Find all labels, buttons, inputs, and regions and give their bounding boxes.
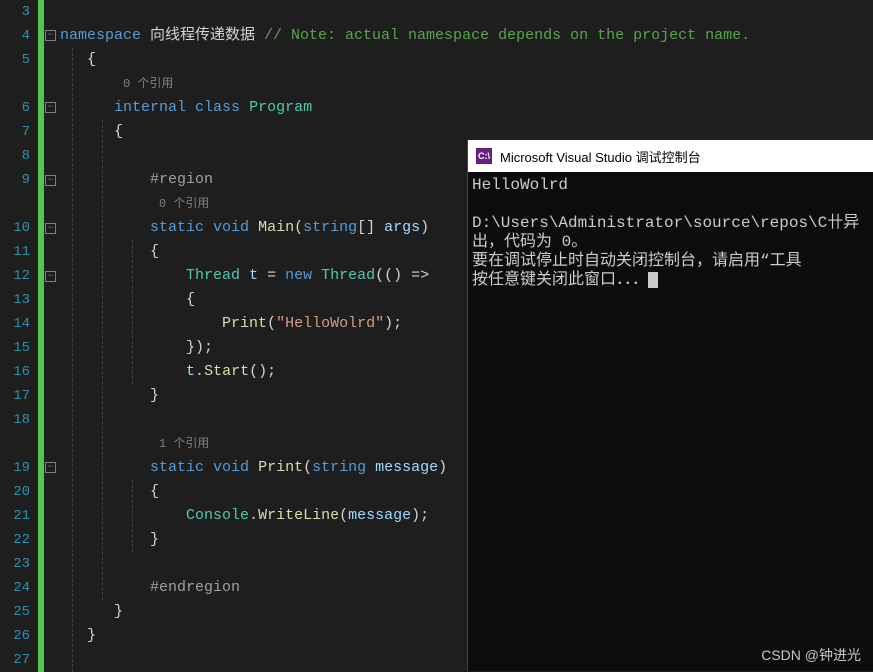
codelens-reference[interactable]: 0 个引用	[159, 197, 209, 211]
console-titlebar[interactable]: C:\ Microsoft Visual Studio 调试控制台	[468, 140, 873, 172]
codelens-reference[interactable]: 0 个引用	[123, 77, 173, 91]
fold-column: − − − − − −	[44, 0, 60, 671]
fold-toggle-icon[interactable]: −	[45, 271, 56, 282]
fold-toggle-icon[interactable]: −	[45, 223, 56, 234]
fold-toggle-icon[interactable]: −	[45, 462, 56, 473]
watermark-text: CSDN @钟进光	[761, 645, 861, 665]
console-title-text: Microsoft Visual Studio 调试控制台	[500, 147, 701, 166]
fold-toggle-icon[interactable]: −	[45, 175, 56, 186]
vs-icon: C:\	[476, 148, 492, 164]
fold-toggle-icon[interactable]: −	[45, 102, 56, 113]
console-output: HelloWolrd D:\Users\Administrator\source…	[468, 172, 873, 294]
codelens-reference[interactable]: 1 个引用	[159, 437, 209, 451]
cursor-icon	[648, 272, 658, 288]
line-number-gutter: 3 4 5 6 7 8 9 10 11 12 13 14 15 16 17 18…	[0, 0, 38, 671]
fold-toggle-icon[interactable]: −	[45, 30, 56, 41]
debug-console-window[interactable]: C:\ Microsoft Visual Studio 调试控制台 HelloW…	[467, 140, 873, 671]
